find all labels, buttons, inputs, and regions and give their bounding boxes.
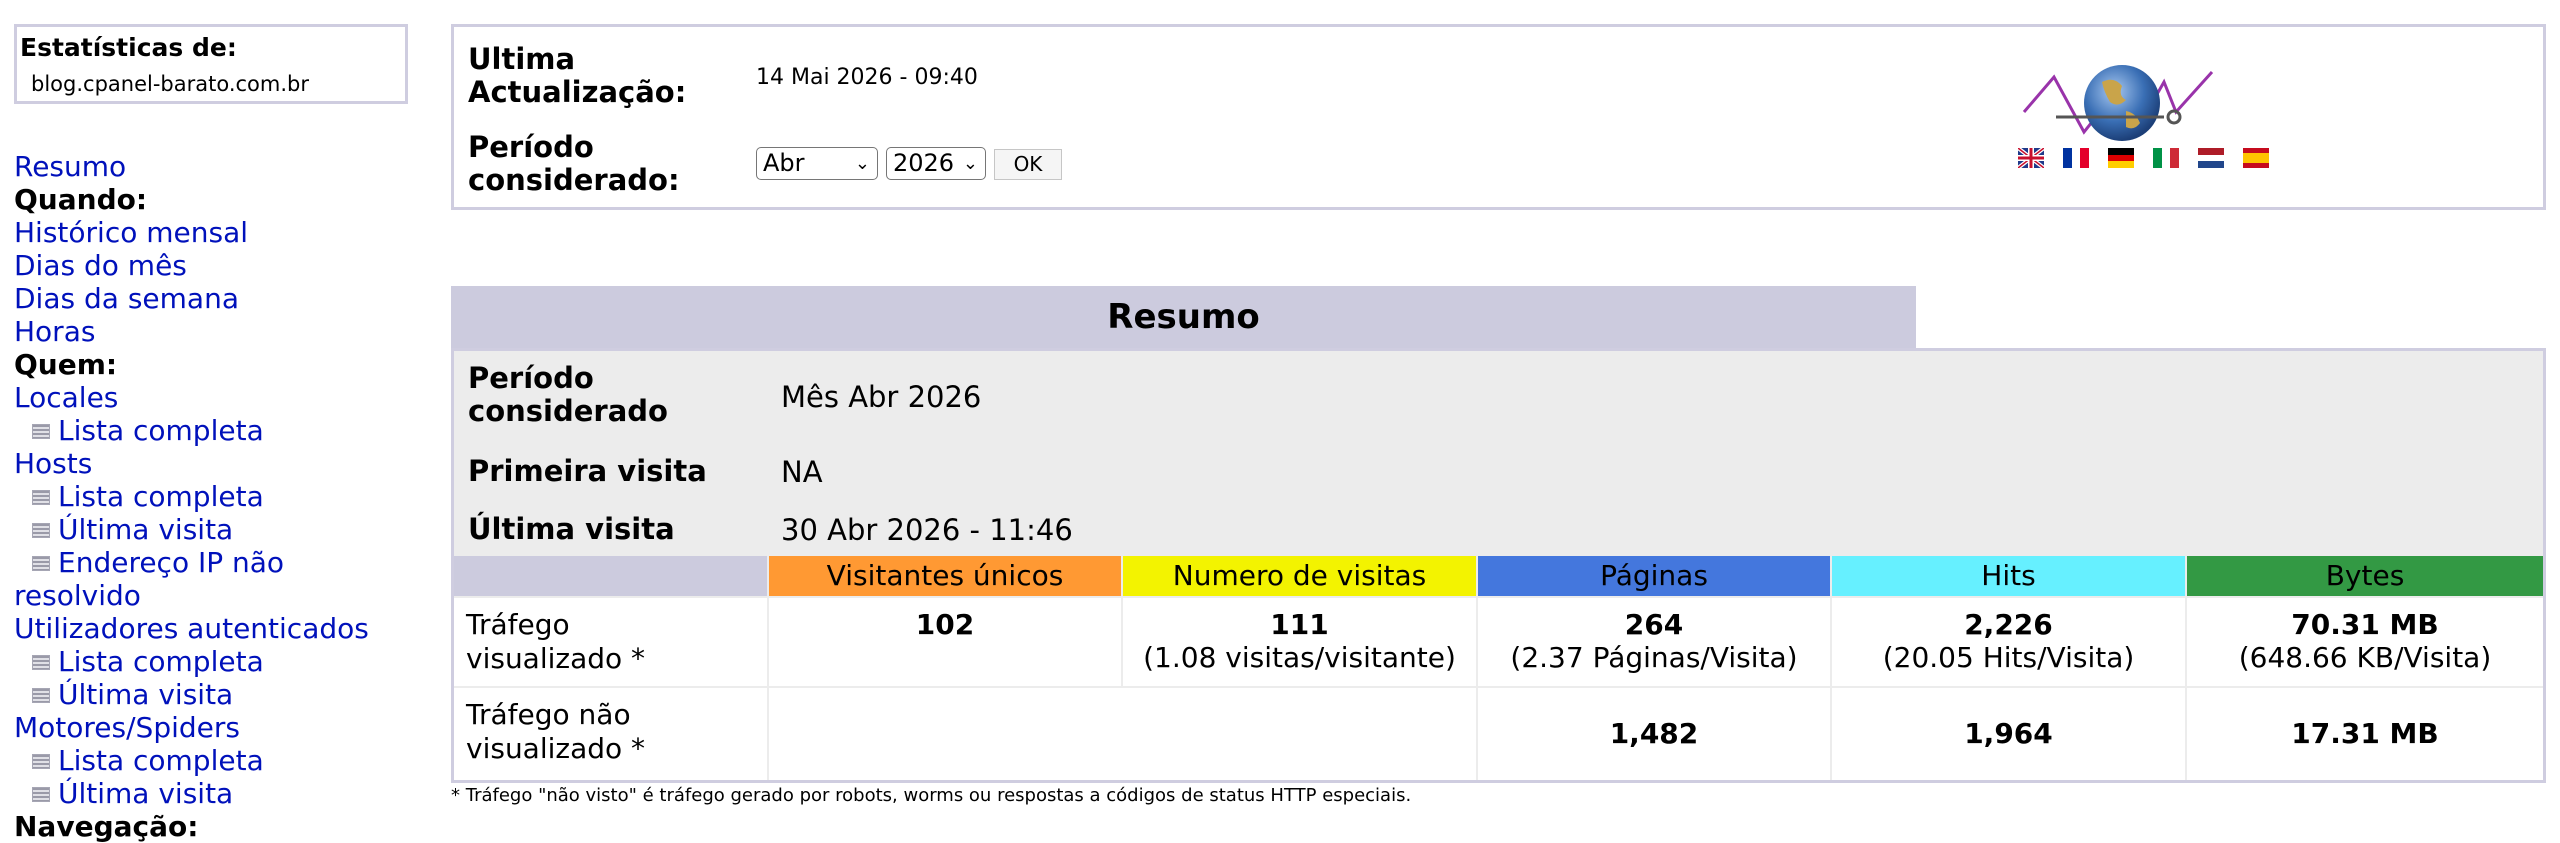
nav-link[interactable]: Hosts xyxy=(14,447,434,480)
nav-link-label[interactable]: resolvido xyxy=(14,579,141,612)
nav-section-heading: Quem: xyxy=(14,348,118,381)
nav-sublink-label[interactable]: Lista completa xyxy=(58,480,264,513)
col-header-pages: Páginas xyxy=(1478,556,1830,596)
not-viewed-empty-cell xyxy=(769,688,1476,780)
summary-title: Resumo xyxy=(451,286,1916,348)
list-icon xyxy=(32,787,50,802)
site-name: blog.cpanel-barato.com.br xyxy=(31,72,309,96)
nav-link-label[interactable]: Locales xyxy=(14,381,118,414)
nav-sublink-label[interactable]: Última visita xyxy=(58,777,233,810)
nav-link[interactable]: Locales xyxy=(14,381,434,414)
list-icon xyxy=(32,754,50,769)
period-considered-label: Período considerado xyxy=(468,361,668,428)
nav-sublink-label[interactable]: Lista completa xyxy=(58,645,264,678)
col-header-bytes: Bytes xyxy=(2187,556,2543,596)
last-visit-label: Última visita xyxy=(468,512,675,546)
nav-link-label[interactable]: Motores/Spiders xyxy=(14,711,240,744)
list-icon xyxy=(32,655,50,670)
not-viewed-pages-cell: 1,482 xyxy=(1478,688,1830,780)
fr-flag-icon[interactable] xyxy=(2063,148,2089,168)
nav-sublink[interactable]: Lista completa xyxy=(32,414,434,447)
nav-link[interactable]: Motores/Spiders xyxy=(14,711,434,744)
ok-button[interactable]: OK xyxy=(994,149,1062,180)
it-flag-icon[interactable] xyxy=(2153,148,2179,168)
nav-sublink-label[interactable]: Endereço IP não xyxy=(58,546,284,579)
viewed-hits-cell: 2,226 (20.05 Hits/Visita) xyxy=(1832,598,2185,686)
year-select[interactable]: 2026 ⌄ xyxy=(886,147,986,180)
col-header-unique-visitors: Visitantes únicos xyxy=(769,556,1121,596)
chevron-down-icon: ⌄ xyxy=(962,153,978,174)
first-visit-value: NA xyxy=(781,455,823,489)
nav-sublink[interactable]: Última visita xyxy=(32,513,434,546)
list-icon xyxy=(32,424,50,439)
awstats-logo xyxy=(2014,57,2254,207)
nav-sublink[interactable]: Lista completa xyxy=(32,744,434,777)
nav-sublink-label[interactable]: Lista completa xyxy=(58,744,264,777)
last-update-value: 14 Mai 2026 - 09:40 xyxy=(756,65,978,90)
first-visit-label: Primeira visita xyxy=(468,454,707,488)
list-icon xyxy=(32,556,50,571)
chevron-down-icon: ⌄ xyxy=(854,153,870,174)
footnote: * Tráfego "não visto" é tráfego gerado p… xyxy=(451,785,1412,806)
not-viewed-traffic-label: Tráfego não visualizado * xyxy=(454,688,767,780)
viewed-pages-cell: 264 (2.37 Páginas/Visita) xyxy=(1478,598,1830,686)
nav-link[interactable]: Dias do mês xyxy=(14,249,434,282)
nav-link-label[interactable]: Histórico mensal xyxy=(14,216,248,249)
nav-sublink[interactable]: Lista completa xyxy=(32,645,434,678)
viewed-bytes-cell: 70.31 MB (648.66 KB/Visita) xyxy=(2187,598,2543,686)
nav-link-label[interactable]: Hosts xyxy=(14,447,92,480)
nav-sublink[interactable]: Lista completa xyxy=(32,480,434,513)
nav-link-label[interactable]: Utilizadores autenticados xyxy=(14,612,369,645)
viewed-traffic-label: Tráfego visualizado * xyxy=(454,598,767,686)
nav-section-heading: Quando: xyxy=(14,183,148,216)
language-flags xyxy=(2016,146,2288,172)
list-icon xyxy=(32,490,50,505)
nav-sublink-label[interactable]: Última visita xyxy=(58,678,233,711)
nav-link-label[interactable]: Resumo xyxy=(14,150,126,183)
col-header-hits: Hits xyxy=(1832,556,2185,596)
nav-link-label[interactable]: Dias do mês xyxy=(14,249,187,282)
de-flag-icon[interactable] xyxy=(2108,148,2134,168)
nl-flag-icon[interactable] xyxy=(2198,148,2224,168)
nav-sublink[interactable]: Última visita xyxy=(32,777,434,810)
nav-link-label[interactable]: Dias da semana xyxy=(14,282,239,315)
nav-sublink[interactable]: Endereço IP não xyxy=(32,546,434,579)
uk-flag-icon[interactable] xyxy=(2016,146,2046,170)
nav-link[interactable]: Utilizadores autenticados xyxy=(14,612,434,645)
nav-link[interactable]: resolvido xyxy=(14,579,434,612)
not-viewed-hits-cell: 1,964 xyxy=(1832,688,2185,780)
nav-link[interactable]: Horas xyxy=(14,315,434,348)
stats-label: Estatísticas de: xyxy=(20,33,237,62)
nav-link[interactable]: Resumo xyxy=(14,150,434,183)
header-blank-cell xyxy=(454,556,767,596)
stats-site-box: Estatísticas de: blog.cpanel-barato.com.… xyxy=(14,24,408,104)
col-header-visits: Numero de visitas xyxy=(1123,556,1476,596)
month-select[interactable]: Abr ⌄ xyxy=(756,147,878,180)
nav-sublink[interactable]: Última visita xyxy=(32,678,434,711)
update-period-panel: Ultima Actualização: 14 Mai 2026 - 09:40… xyxy=(451,24,2546,210)
summary-table: Período considerado Mês Abr 2026 Primeir… xyxy=(451,348,2546,783)
viewed-unique-cell: 102 xyxy=(769,598,1121,686)
list-icon xyxy=(32,523,50,538)
nav-link[interactable]: Histórico mensal xyxy=(14,216,434,249)
last-update-label: Ultima Actualização: xyxy=(468,42,687,109)
viewed-visits-cell: 111 (1.08 visitas/visitante) xyxy=(1123,598,1476,686)
nav-section-heading: Navegação: xyxy=(14,810,199,843)
sidebar-nav: Resumo Quando: Histórico mensal Dias do mês… xyxy=(14,150,434,843)
list-icon xyxy=(32,688,50,703)
nav-sublink-label[interactable]: Lista completa xyxy=(58,414,264,447)
period-considered-value: Mês Abr 2026 xyxy=(781,380,982,414)
nav-link-label[interactable]: Horas xyxy=(14,315,95,348)
nav-link[interactable]: Dias da semana xyxy=(14,282,434,315)
period-label: Período considerado: xyxy=(468,130,680,197)
not-viewed-bytes-cell: 17.31 MB xyxy=(2187,688,2543,780)
last-visit-value: 30 Abr 2026 - 11:46 xyxy=(781,513,1073,547)
es-flag-icon[interactable] xyxy=(2243,148,2269,168)
nav-sublink-label[interactable]: Última visita xyxy=(58,513,233,546)
